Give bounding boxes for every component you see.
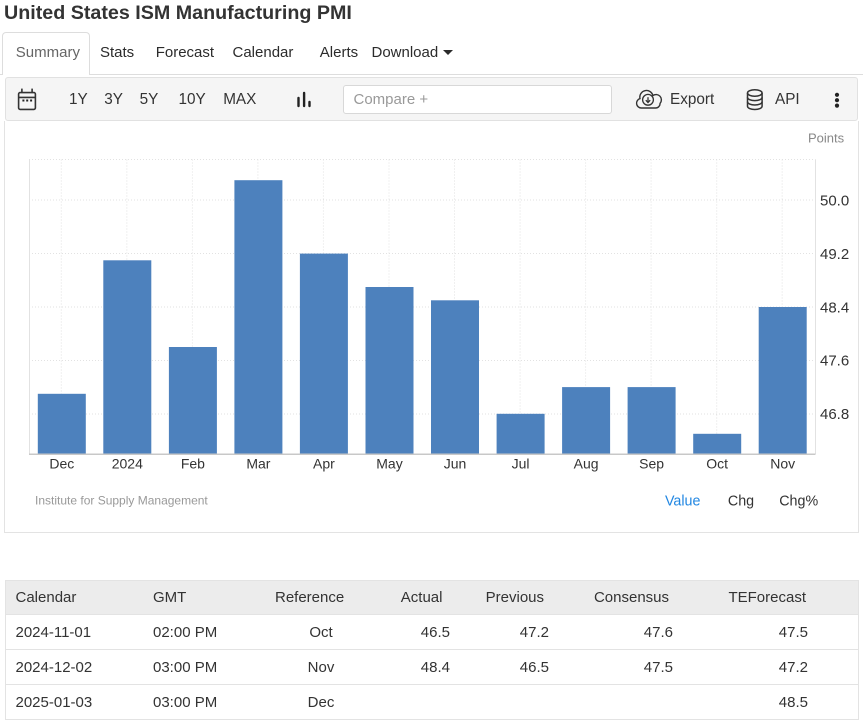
svg-text:May: May xyxy=(376,456,402,472)
svg-text:Dec: Dec xyxy=(49,456,74,472)
svg-text:49.2: 49.2 xyxy=(820,246,849,263)
svg-text:Chg%: Chg% xyxy=(779,494,818,510)
svg-text:Mar: Mar xyxy=(246,456,270,472)
svg-text:Nov: Nov xyxy=(770,456,795,472)
svg-text:Aug: Aug xyxy=(574,456,599,472)
svg-text:Feb: Feb xyxy=(181,456,205,472)
svg-text:Jun: Jun xyxy=(444,456,467,472)
svg-text:48.4: 48.4 xyxy=(820,299,849,316)
svg-text:Sep: Sep xyxy=(639,456,664,472)
svg-text:46.8: 46.8 xyxy=(820,406,849,423)
svg-text:2024: 2024 xyxy=(112,456,143,472)
svg-text:Value: Value xyxy=(665,494,701,510)
svg-text:Oct: Oct xyxy=(706,456,728,472)
svg-text:Chg: Chg xyxy=(728,494,754,510)
svg-text:Points: Points xyxy=(808,131,845,146)
svg-text:Institute for Supply Managemen: Institute for Supply Management xyxy=(35,494,208,508)
svg-text:Jul: Jul xyxy=(512,456,530,472)
svg-text:47.6: 47.6 xyxy=(820,353,849,370)
svg-text:Apr: Apr xyxy=(313,456,335,472)
svg-text:50.0: 50.0 xyxy=(820,192,849,209)
